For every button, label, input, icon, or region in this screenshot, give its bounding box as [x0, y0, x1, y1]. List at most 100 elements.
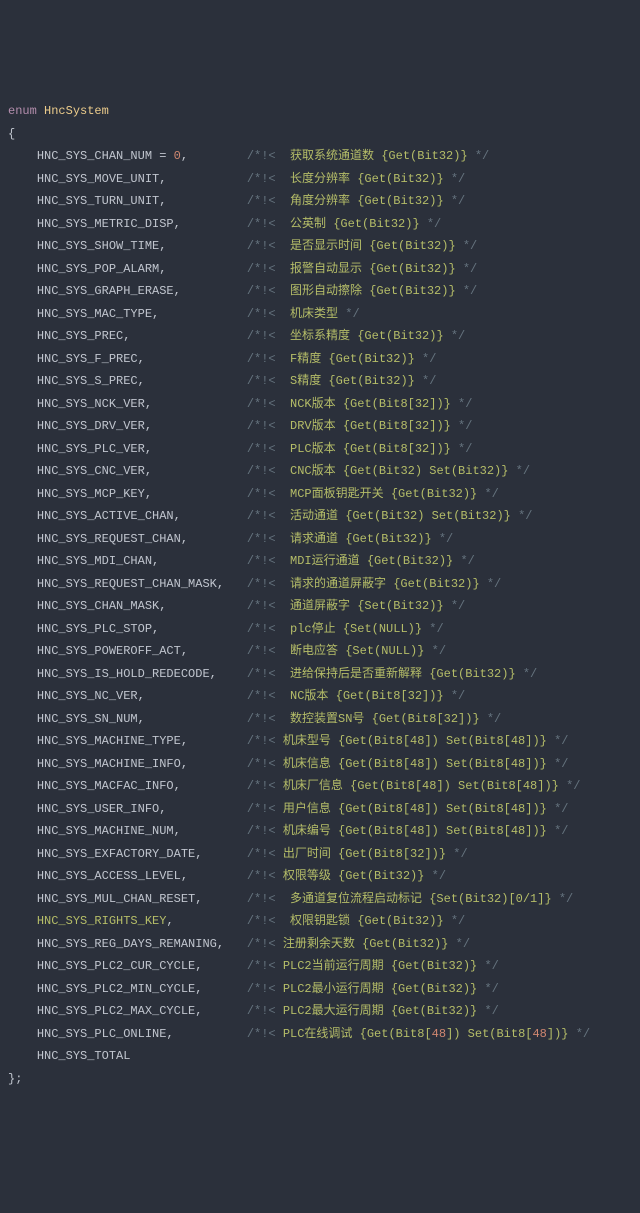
- enum-name: HNC_SYS_CNC_VER: [37, 464, 145, 478]
- enum-comment: /*!< DRV版本 {Get(Bit8[32])} */: [247, 419, 473, 433]
- enum-entry: HNC_SYS_NCK_VER,/*!< NCK版本 {Get(Bit8[32]…: [8, 393, 632, 416]
- enum-entry: HNC_SYS_PLC_STOP,/*!< plc停止 {Set(NULL)} …: [8, 618, 632, 641]
- enum-comment: /*!< 出厂时间 {Get(Bit8[32])} */: [247, 847, 468, 861]
- enum-comment: /*!< 机床型号 {Get(Bit8[48]) Set(Bit8[48])} …: [247, 734, 569, 748]
- enum-comment: /*!< 请求通道 {Get(Bit32)} */: [247, 532, 453, 546]
- enum-name: HNC_SYS_PLC2_MIN_CYCLE: [37, 982, 195, 996]
- enum-name: HNC_SYS_MOVE_UNIT: [37, 172, 159, 186]
- enum-name: HNC_SYS_MACHINE_INFO: [37, 757, 181, 771]
- enum-entry: HNC_SYS_ACTIVE_CHAN,/*!< 活动通道 {Get(Bit32…: [8, 505, 632, 528]
- enum-comment: /*!< MCP面板钥匙开关 {Get(Bit32)} */: [247, 487, 499, 501]
- enum-entry: HNC_SYS_REG_DAYS_REMANING,/*!< 注册剩余天数 {G…: [8, 933, 632, 956]
- code-block: enum HncSystem{ HNC_SYS_CHAN_NUM = 0,/*!…: [8, 100, 632, 1090]
- enum-entry: HNC_SYS_PLC_ONLINE,/*!< PLC在线调试 {Get(Bit…: [8, 1023, 632, 1046]
- enum-entry: HNC_SYS_CHAN_NUM = 0,/*!< 获取系统通道数 {Get(B…: [8, 145, 632, 168]
- enum-name: HNC_SYS_PLC_ONLINE: [37, 1027, 167, 1041]
- enum-comment: /*!< 坐标系精度 {Get(Bit32)} */: [247, 329, 465, 343]
- enum-name: HNC_SYS_PREC: [37, 329, 123, 343]
- enum-name: HNC_SYS_SHOW_TIME: [37, 239, 159, 253]
- enum-entry: HNC_SYS_CNC_VER,/*!< CNC版本 {Get(Bit32) S…: [8, 460, 632, 483]
- enum-name: HNC_SYS_EXFACTORY_DATE: [37, 847, 195, 861]
- enum-comment: /*!< 是否显示时间 {Get(Bit32)} */: [247, 239, 477, 253]
- enum-name: HNC_SYS_NC_VER: [37, 689, 138, 703]
- enum-name: HNC_SYS_MACHINE_NUM: [37, 824, 174, 838]
- enum-comment: /*!< NC版本 {Get(Bit8[32])} */: [247, 689, 465, 703]
- enum-comment: /*!< PLC2最小运行周期 {Get(Bit32)} */: [247, 982, 499, 996]
- enum-entry: HNC_SYS_MUL_CHAN_RESET,/*!< 多通道复位流程启动标记 …: [8, 888, 632, 911]
- enum-comment: /*!< CNC版本 {Get(Bit32) Set(Bit32)} */: [247, 464, 530, 478]
- enum-entry: HNC_SYS_IS_HOLD_REDECODE,/*!< 进给保持后是否重新解…: [8, 663, 632, 686]
- enum-entry: HNC_SYS_GRAPH_ERASE,/*!< 图形自动擦除 {Get(Bit…: [8, 280, 632, 303]
- enum-name: HNC_SYS_MUL_CHAN_RESET: [37, 892, 195, 906]
- enum-comment: /*!< 进给保持后是否重新解释 {Get(Bit32)} */: [247, 667, 537, 681]
- enum-entry: HNC_SYS_MACHINE_TYPE,/*!< 机床型号 {Get(Bit8…: [8, 730, 632, 753]
- enum-entry: HNC_SYS_METRIC_DISP,/*!< 公英制 {Get(Bit32)…: [8, 213, 632, 236]
- enum-comment: /*!< 图形自动擦除 {Get(Bit32)} */: [247, 284, 477, 298]
- enum-name: HNC_SYS_IS_HOLD_REDECODE: [37, 667, 210, 681]
- enum-name: HNC_SYS_NCK_VER: [37, 397, 145, 411]
- enum-entry: HNC_SYS_REQUEST_CHAN,/*!< 请求通道 {Get(Bit3…: [8, 528, 632, 551]
- enum-comment: /*!< plc停止 {Set(NULL)} */: [247, 622, 444, 636]
- enum-name: HNC_SYS_F_PREC: [37, 352, 138, 366]
- enum-name: HNC_SYS_METRIC_DISP: [37, 217, 174, 231]
- enum-name: HNC_SYS_RIGHTS_KEY: [37, 914, 167, 928]
- enum-comment: /*!< 公英制 {Get(Bit32)} */: [247, 217, 441, 231]
- enum-comment: /*!< 活动通道 {Get(Bit32) Set(Bit32)} */: [247, 509, 533, 523]
- enum-entry: HNC_SYS_PLC_VER,/*!< PLC版本 {Get(Bit8[32]…: [8, 438, 632, 461]
- enum-comment: /*!< F精度 {Get(Bit32)} */: [247, 352, 437, 366]
- enum-comment: /*!< 通道屏蔽字 {Set(Bit32)} */: [247, 599, 465, 613]
- brace-close: };: [8, 1068, 632, 1091]
- enum-name: HNC_SYS_REQUEST_CHAN: [37, 532, 181, 546]
- enum-name: HNC_SYS_PLC2_MAX_CYCLE: [37, 1004, 195, 1018]
- enum-entry: HNC_SYS_SN_NUM,/*!< 数控装置SN号 {Get(Bit8[32…: [8, 708, 632, 731]
- enum-name: HNC_SYS_PLC_VER: [37, 442, 145, 456]
- enum-entry: HNC_SYS_RIGHTS_KEY,/*!< 权限钥匙锁 {Get(Bit32…: [8, 910, 632, 933]
- enum-comment: /*!< 权限等级 {Get(Bit32)} */: [247, 869, 446, 883]
- enum-entry: HNC_SYS_MOVE_UNIT,/*!< 长度分辨率 {Get(Bit32)…: [8, 168, 632, 191]
- enum-comment: /*!< 角度分辨率 {Get(Bit32)} */: [247, 194, 465, 208]
- enum-name: HNC_SYS_CHAN_MASK: [37, 599, 159, 613]
- enum-comment: /*!< 机床编号 {Get(Bit8[48]) Set(Bit8[48])} …: [247, 824, 569, 838]
- enum-comment: /*!< 用户信息 {Get(Bit8[48]) Set(Bit8[48])} …: [247, 802, 569, 816]
- enum-name: HNC_SYS_POWEROFF_ACT: [37, 644, 181, 658]
- enum-entry: HNC_SYS_REQUEST_CHAN_MASK,/*!< 请求的通道屏蔽字 …: [8, 573, 632, 596]
- enum-entry: HNC_SYS_F_PREC,/*!< F精度 {Get(Bit32)} */: [8, 348, 632, 371]
- enum-entry: HNC_SYS_SHOW_TIME,/*!< 是否显示时间 {Get(Bit32…: [8, 235, 632, 258]
- enum-comment: /*!< 请求的通道屏蔽字 {Get(Bit32)} */: [247, 577, 501, 591]
- enum-comment: /*!< 注册剩余天数 {Get(Bit32)} */: [247, 937, 470, 951]
- enum-name: HNC_SYS_CHAN_NUM: [37, 149, 152, 163]
- enum-name: HNC_SYS_MACHINE_TYPE: [37, 734, 181, 748]
- enum-entry: HNC_SYS_EXFACTORY_DATE,/*!< 出厂时间 {Get(Bi…: [8, 843, 632, 866]
- enum-comment: /*!< NCK版本 {Get(Bit8[32])} */: [247, 397, 473, 411]
- enum-name: HNC_SYS_MDI_CHAN: [37, 554, 152, 568]
- enum-comment: /*!< 机床类型 */: [247, 307, 360, 321]
- enum-comment: /*!< 机床厂信息 {Get(Bit8[48]) Set(Bit8[48])}…: [247, 779, 581, 793]
- enum-name: HNC_SYS_TOTAL: [37, 1049, 131, 1063]
- enum-entry: HNC_SYS_TURN_UNIT,/*!< 角度分辨率 {Get(Bit32)…: [8, 190, 632, 213]
- enum-comment: /*!< 断电应答 {Set(NULL)} */: [247, 644, 446, 658]
- enum-entry: HNC_SYS_POP_ALARM,/*!< 报警自动显示 {Get(Bit32…: [8, 258, 632, 281]
- enum-comment: /*!< PLC2当前运行周期 {Get(Bit32)} */: [247, 959, 499, 973]
- enum-entry: HNC_SYS_S_PREC,/*!< S精度 {Get(Bit32)} */: [8, 370, 632, 393]
- enum-comment: /*!< PLC2最大运行周期 {Get(Bit32)} */: [247, 1004, 499, 1018]
- enum-entry: HNC_SYS_TOTAL: [8, 1045, 632, 1068]
- enum-comment: /*!< 机床信息 {Get(Bit8[48]) Set(Bit8[48])} …: [247, 757, 569, 771]
- enum-entry: HNC_SYS_PLC2_MIN_CYCLE,/*!< PLC2最小运行周期 {…: [8, 978, 632, 1001]
- enum-comment: /*!< 获取系统通道数 {Get(Bit32)} */: [247, 149, 489, 163]
- enum-comment: /*!< 长度分辨率 {Get(Bit32)} */: [247, 172, 465, 186]
- enum-entry: HNC_SYS_MACHINE_INFO,/*!< 机床信息 {Get(Bit8…: [8, 753, 632, 776]
- enum-name: HNC_SYS_S_PREC: [37, 374, 138, 388]
- enum-name: HNC_SYS_REG_DAYS_REMANING: [37, 937, 217, 951]
- enum-entry: HNC_SYS_POWEROFF_ACT,/*!< 断电应答 {Set(NULL…: [8, 640, 632, 663]
- enum-entry: HNC_SYS_MAC_TYPE,/*!< 机床类型 */: [8, 303, 632, 326]
- enum-comment: /*!< MDI运行通道 {Get(Bit32)} */: [247, 554, 475, 568]
- enum-comment: /*!< 多通道复位流程启动标记 {Set(Bit32)[0/1]} */: [247, 892, 573, 906]
- enum-entry: HNC_SYS_MCP_KEY,/*!< MCP面板钥匙开关 {Get(Bit3…: [8, 483, 632, 506]
- enum-entry: HNC_SYS_CHAN_MASK,/*!< 通道屏蔽字 {Set(Bit32)…: [8, 595, 632, 618]
- enum-name: HNC_SYS_ACTIVE_CHAN: [37, 509, 174, 523]
- enum-name: HNC_SYS_MAC_TYPE: [37, 307, 152, 321]
- enum-entry: HNC_SYS_PLC2_CUR_CYCLE,/*!< PLC2当前运行周期 {…: [8, 955, 632, 978]
- enum-name: HNC_SYS_TURN_UNIT: [37, 194, 159, 208]
- enum-comment: /*!< PLC在线调试 {Get(Bit8[48]) Set(Bit8[48]…: [247, 1027, 590, 1041]
- enum-name: HNC_SYS_ACCESS_LEVEL: [37, 869, 181, 883]
